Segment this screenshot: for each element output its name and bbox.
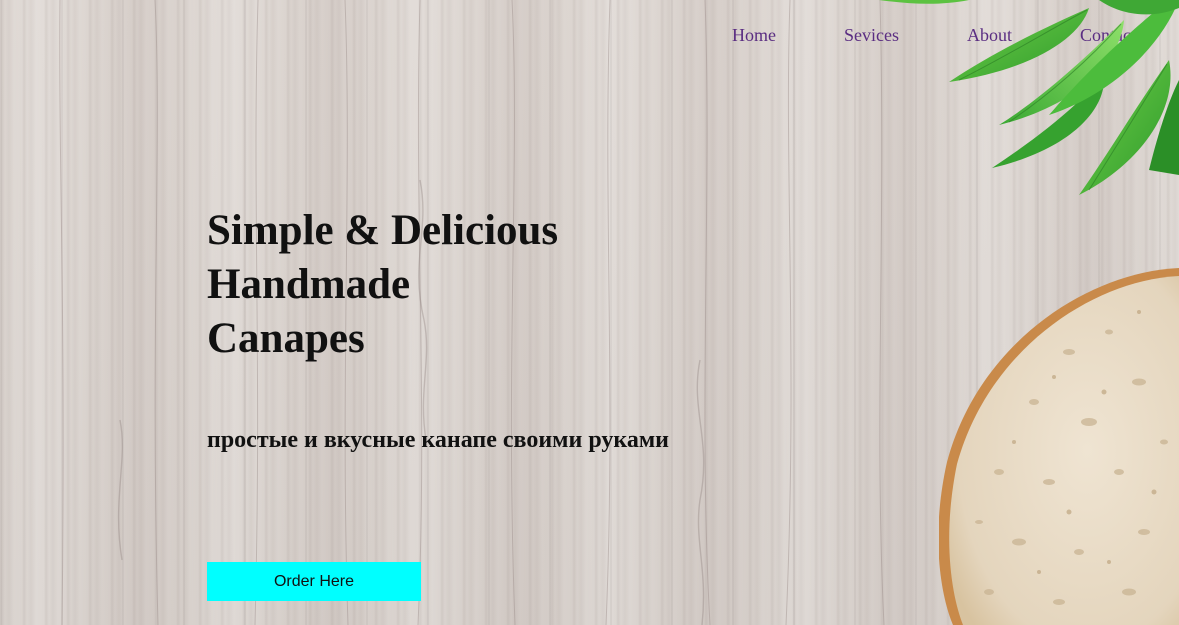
bread-slice-image — [939, 268, 1179, 625]
green-leaves-image — [879, 0, 1179, 195]
hero-subtitle: простые и вкусные канапе своими руками — [207, 427, 669, 453]
hero-title: Simple & Delicious Handmade Canapes — [207, 204, 687, 366]
hero-title-line-2: Handmade — [207, 261, 411, 308]
hero-title-line-1: Simple & Delicious — [207, 207, 559, 254]
hero-title-line-3: Canapes — [207, 315, 365, 362]
nav-home-link[interactable]: Home — [732, 24, 776, 46]
order-here-button[interactable]: Order Here — [207, 562, 421, 601]
